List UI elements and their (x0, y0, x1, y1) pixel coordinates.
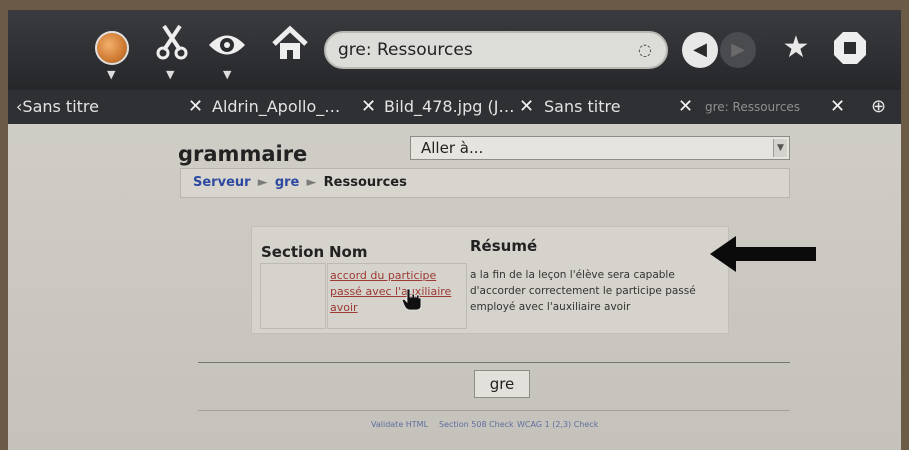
scissors-icon[interactable] (154, 22, 190, 62)
resource-link-line-1[interactable]: accord du participe (330, 269, 436, 283)
eye-icon[interactable] (207, 30, 247, 60)
section-508-link[interactable]: Section 508 Check (439, 420, 514, 429)
new-tab-button[interactable]: ⊕ (871, 90, 886, 124)
validate-html-link[interactable]: Validate HTML (371, 420, 428, 429)
close-icon[interactable]: ✕ (519, 90, 534, 124)
resource-link-line-3[interactable]: avoir (330, 301, 358, 315)
column-header-section: Section (261, 243, 325, 261)
home-icon[interactable] (270, 24, 310, 64)
summary-line-2: d'accorder correctement le participe pas… (470, 285, 696, 297)
close-icon[interactable]: ✕ (678, 90, 693, 124)
breadcrumb-gre[interactable]: gre (275, 175, 300, 190)
browser-window: ▼ ▼ ▼ gre: Ressources ◌ ◀ ▶ ★ ‹Sans titr… (8, 10, 901, 450)
close-icon[interactable]: ✕ (830, 90, 845, 124)
chevron-down-icon[interactable]: ▼ (223, 68, 231, 81)
hand-cursor-icon (401, 288, 422, 311)
resource-link-line-2[interactable]: passé avec l'auxiliaire (330, 285, 451, 299)
reload-icon[interactable]: ◌ (638, 40, 652, 59)
chevron-down-icon[interactable]: ▼ (773, 139, 787, 157)
tab-label: Sans titre (22, 97, 99, 116)
gre-button[interactable]: gre (474, 370, 530, 398)
plus-icon: ⊕ (871, 96, 887, 117)
tab-aldrin-apollo[interactable]: Aldrin_Apollo_… (212, 90, 340, 124)
tab-label: Aldrin_Apollo_… (212, 97, 341, 116)
browser-toolbar: ▼ ▼ ▼ gre: Ressources ◌ ◀ ▶ ★ (8, 10, 901, 90)
table-cell-section (260, 263, 326, 329)
forward-icon: ▶ (731, 39, 745, 60)
divider (198, 362, 790, 363)
breadcrumb-ressources: Ressources (323, 175, 407, 190)
wcag-check-link[interactable]: WCAG 1 (2,3) Check (517, 420, 598, 429)
url-bar[interactable]: gre: Ressources ◌ (324, 31, 668, 69)
column-header-resume: Résumé (470, 237, 538, 255)
globe-icon[interactable] (95, 31, 129, 65)
tab-sans-titre-2[interactable]: Sans titre (544, 90, 621, 124)
summary-line-3: employé avec l'auxiliaire avoir (470, 301, 631, 313)
star-icon[interactable]: ★ (778, 30, 814, 66)
tab-sans-titre-1[interactable]: ‹Sans titre (16, 90, 99, 124)
back-button[interactable]: ◀ (682, 32, 718, 68)
chevron-down-icon[interactable]: ▼ (166, 68, 174, 81)
breadcrumb-serveur[interactable]: Serveur (193, 175, 251, 190)
tab-label: Bild_478.jpg (J… (384, 97, 515, 116)
summary-line-1: a la fin de la leçon l'élève sera capabl… (470, 269, 675, 281)
breadcrumb-separator: ► (306, 175, 317, 190)
page-title: grammaire (178, 142, 308, 166)
url-text: gre: Ressources (338, 40, 473, 60)
close-icon[interactable]: ✕ (361, 90, 376, 124)
close-icon[interactable]: ✕ (188, 90, 203, 124)
chevron-down-icon[interactable]: ▼ (107, 68, 115, 81)
tab-label: gre: Ressources (705, 100, 801, 114)
forward-button[interactable]: ▶ (720, 32, 756, 68)
goto-select[interactable]: Aller à... ▼ (410, 136, 790, 160)
tab-gre-ressources[interactable]: gre: Ressources (705, 90, 800, 124)
arrow-left-icon (710, 236, 816, 272)
breadcrumb-separator: ► (257, 175, 268, 190)
tab-bild-478[interactable]: Bild_478.jpg (J… (384, 90, 514, 124)
breadcrumb: Serveur ► gre ► Ressources (180, 168, 790, 198)
resources-table: Section Nom Résumé accord du participe p… (251, 226, 729, 334)
divider (198, 410, 790, 411)
tab-strip: ‹Sans titre ✕ Aldrin_Apollo_… ✕ Bild_478… (8, 90, 901, 124)
page-content: grammaire Aller à... ▼ Serveur ► gre ► R… (8, 124, 901, 450)
tab-label: Sans titre (544, 97, 621, 116)
goto-select-value: Aller à... (421, 139, 484, 157)
column-header-nom: Nom (329, 243, 368, 261)
stop-icon[interactable] (832, 30, 868, 66)
back-icon: ◀ (693, 39, 707, 60)
